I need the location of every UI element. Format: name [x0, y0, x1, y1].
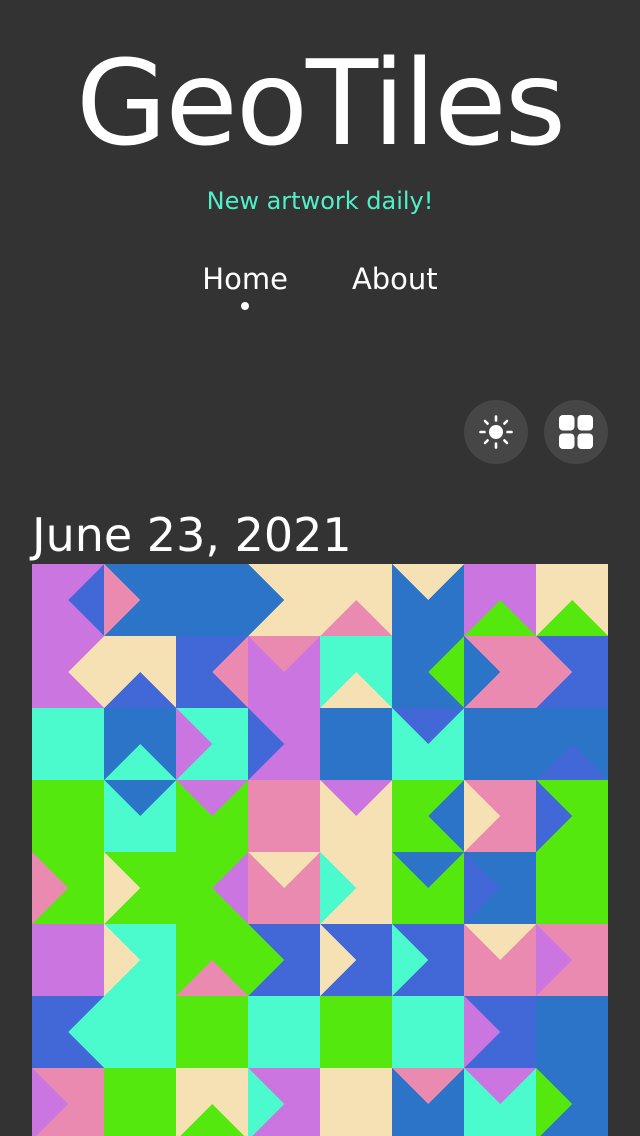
art-tile — [32, 564, 105, 637]
art-tile — [392, 996, 465, 1069]
art-tile — [176, 564, 249, 637]
geotiles-artwork — [32, 564, 608, 1136]
art-tile — [176, 708, 249, 781]
site-tagline: New artwork daily! — [206, 187, 434, 215]
art-tile — [32, 708, 105, 781]
art-tile — [104, 564, 177, 637]
art-tile — [248, 852, 321, 925]
art-tile — [320, 708, 393, 781]
art-tile — [104, 780, 177, 853]
art-tile — [248, 1068, 321, 1136]
art-tile — [536, 852, 608, 925]
art-tile — [248, 564, 321, 637]
art-tile — [392, 1068, 465, 1136]
nav-home-label: Home — [202, 262, 288, 296]
art-tile — [464, 996, 537, 1069]
page: GeoTiles New artwork daily! Home About J… — [0, 0, 640, 1136]
art-tile — [320, 996, 393, 1069]
theme-toggle-button[interactable] — [464, 400, 528, 464]
art-tile — [536, 564, 608, 637]
art-tile — [536, 1068, 608, 1136]
post-date: June 23, 2021 — [32, 507, 352, 562]
art-tile — [536, 924, 608, 997]
nav-about-link[interactable]: About — [352, 260, 438, 298]
art-tile — [176, 924, 249, 997]
art-tile — [176, 636, 249, 709]
art-tile — [392, 564, 465, 637]
art-tile — [104, 708, 177, 781]
art-tile — [392, 636, 465, 709]
art-tile — [320, 780, 393, 853]
main-nav: Home About — [0, 260, 640, 310]
active-indicator-dot — [241, 302, 250, 310]
art-tile — [104, 996, 177, 1069]
art-tile — [176, 852, 249, 925]
art-tile — [464, 780, 537, 853]
art-tile — [464, 564, 537, 637]
site-title[interactable]: GeoTiles — [0, 38, 640, 168]
art-tile — [536, 996, 608, 1069]
art-tile — [320, 636, 393, 709]
art-tile — [176, 1068, 249, 1136]
art-tile — [392, 924, 465, 997]
art-tile — [248, 636, 321, 709]
art-tile — [536, 708, 608, 781]
art-tile — [32, 780, 105, 853]
grid-view-button[interactable] — [544, 400, 608, 464]
art-tile — [464, 852, 537, 925]
art-tile — [536, 780, 608, 853]
art-tile — [104, 1068, 177, 1136]
art-tile — [464, 636, 537, 709]
nav-about-label: About — [351, 262, 438, 296]
art-tile — [248, 996, 321, 1069]
art-tile — [176, 780, 249, 853]
art-tile — [536, 636, 608, 709]
art-tile — [464, 1068, 537, 1136]
art-tile — [392, 780, 465, 853]
art-tile — [320, 924, 393, 997]
art-tile — [104, 852, 177, 925]
nav-home-link[interactable]: Home — [202, 260, 288, 310]
art-tile — [392, 708, 465, 781]
art-tile — [32, 1068, 105, 1136]
art-tile — [32, 852, 105, 925]
art-tile — [392, 852, 465, 925]
art-tile — [32, 924, 105, 997]
art-tile — [320, 852, 393, 925]
art-tile — [32, 996, 105, 1069]
art-tile — [248, 924, 321, 997]
art-tile — [176, 996, 249, 1069]
art-tile — [32, 636, 105, 709]
art-tile — [248, 780, 321, 853]
art-tile — [464, 924, 537, 997]
art-tile — [104, 636, 177, 709]
art-tile — [104, 924, 177, 997]
art-tile — [248, 708, 321, 781]
sun-icon — [479, 415, 513, 449]
art-tile — [320, 564, 393, 637]
art-tile — [320, 1068, 393, 1136]
grid-icon — [559, 415, 593, 449]
art-tile — [464, 708, 537, 781]
